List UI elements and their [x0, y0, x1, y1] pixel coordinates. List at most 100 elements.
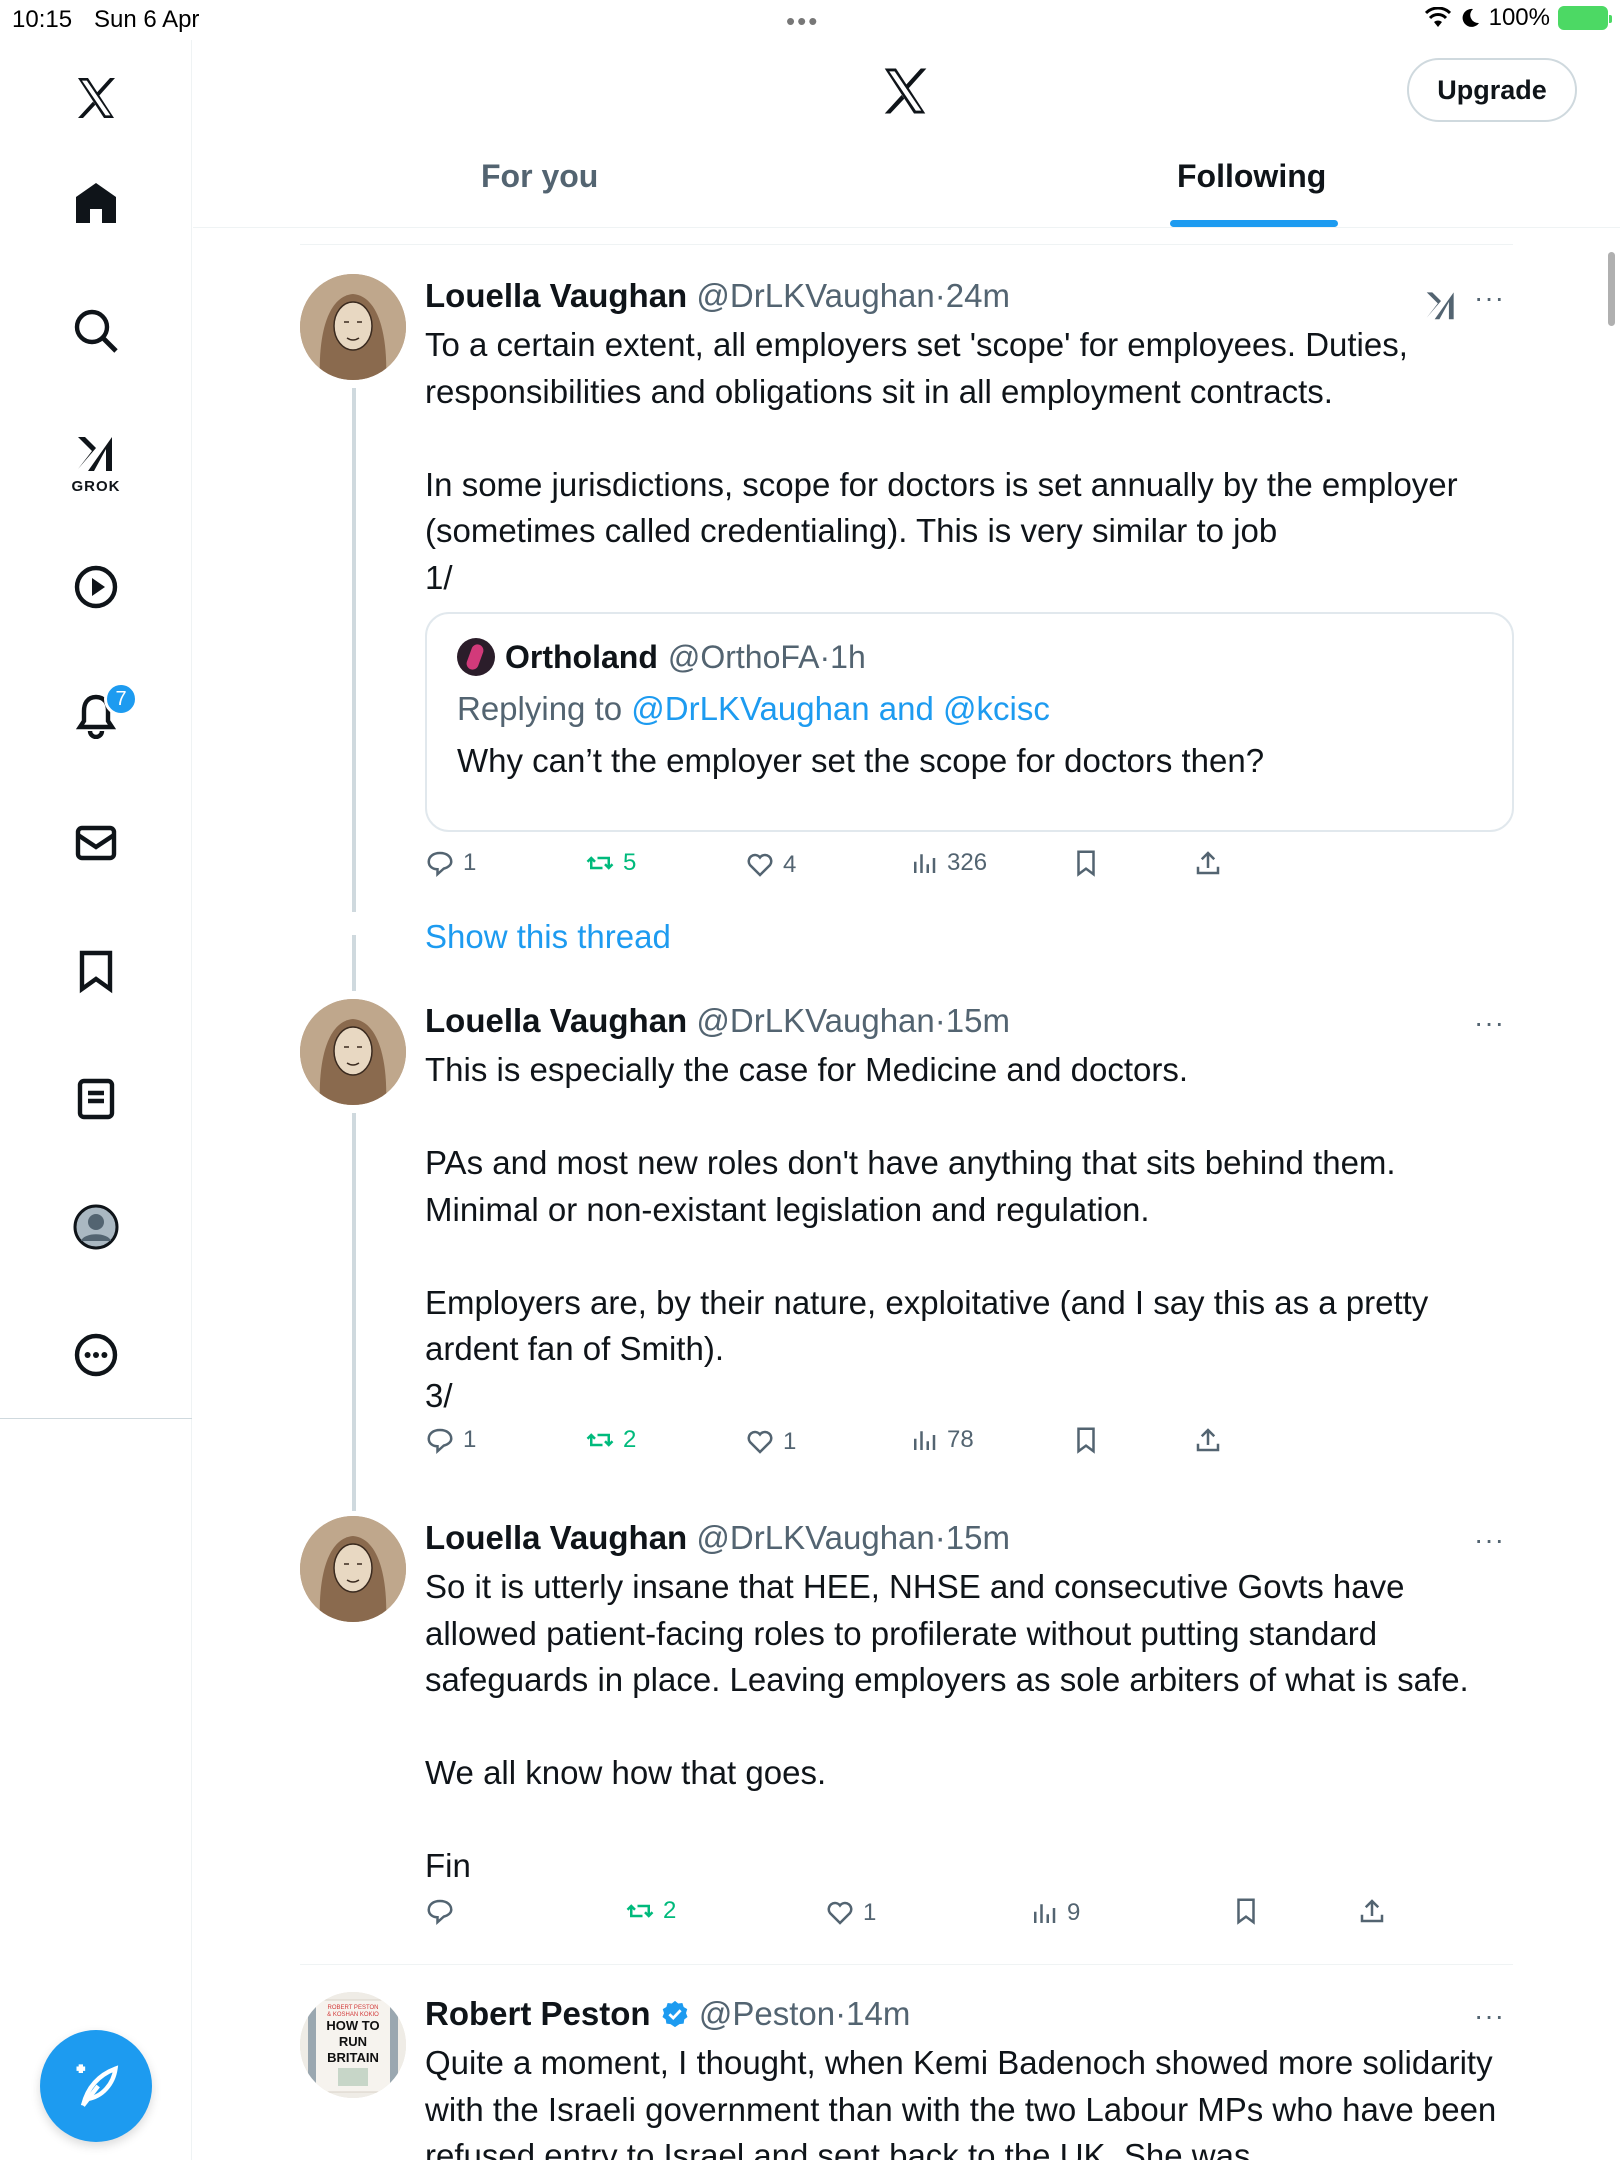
reply-button[interactable]: 1 [425, 1425, 476, 1455]
bookmark-icon [1077, 850, 1095, 877]
multitask-dots-icon[interactable]: ••• [786, 6, 819, 37]
compose-post-button[interactable] [40, 2030, 152, 2142]
avatar[interactable] [300, 1516, 406, 1622]
notifications-bell-icon[interactable] [48, 667, 144, 763]
thread-connector [352, 1113, 356, 1511]
views-button[interactable]: 78 [909, 1425, 974, 1455]
notification-badge: 7 [104, 682, 138, 716]
heart-icon [747, 853, 773, 877]
active-tab-indicator [1170, 220, 1338, 227]
status-time: 10:15 [12, 6, 73, 33]
tweet-body: Louella Vaughan @DrLKVaughan·24m To a ce… [425, 274, 1515, 601]
author-handle[interactable]: @DrLKVaughan [696, 277, 934, 314]
share-button[interactable] [1357, 1896, 1387, 1926]
grok-label: GROK [71, 478, 121, 495]
search-icon[interactable] [48, 283, 144, 379]
upgrade-button[interactable]: Upgrade [1407, 58, 1577, 122]
bookmark-button[interactable] [1071, 848, 1101, 878]
feed-top-divider [300, 244, 1513, 245]
status-date: Sun 6 Apr [94, 6, 200, 33]
svg-text:RUN: RUN [339, 2034, 367, 2049]
views-chart-icon [914, 1431, 936, 1450]
thread-connector [352, 388, 356, 912]
share-icon [1360, 1899, 1384, 1923]
meta-separator: · [835, 1995, 847, 2032]
retweet-button[interactable]: 2 [625, 1896, 676, 1926]
bookmark-icon [1077, 1427, 1095, 1454]
sidebar-divider [0, 1418, 192, 1419]
heart-icon [747, 1430, 773, 1454]
quote-header: Ortholand @OrthoFA·1h [457, 638, 1482, 676]
messages-envelope-icon[interactable] [48, 795, 144, 891]
retweet-button[interactable]: 2 [585, 1425, 636, 1455]
like-button[interactable]: 1 [825, 1898, 876, 1928]
heart-icon [827, 1901, 853, 1925]
grok-explain-icon[interactable] [1422, 286, 1460, 324]
more-options-icon[interactable]: ··· [1474, 1007, 1505, 1039]
more-options-icon[interactable]: ··· [1474, 282, 1505, 314]
author-name[interactable]: Robert Peston [425, 1995, 651, 2032]
avatar[interactable] [300, 274, 406, 380]
video-icon[interactable] [48, 539, 144, 635]
tab-following[interactable]: Following [1177, 158, 1326, 195]
bookmarks-icon[interactable] [48, 923, 144, 1019]
bookmark-button[interactable] [1231, 1896, 1261, 1926]
scrollbar[interactable] [1608, 252, 1615, 326]
tweet-time[interactable]: 15m [946, 1002, 1010, 1039]
views-button[interactable]: 326 [909, 848, 987, 878]
status-bar: 10:15 Sun 6 Apr ••• 100% [0, 0, 1620, 40]
verified-badge-icon [662, 2000, 688, 2028]
sidebar-nav: GROK 7 [0, 40, 192, 2160]
like-button[interactable]: 1 [745, 1427, 796, 1457]
author-name[interactable]: Louella Vaughan [425, 1002, 687, 1039]
home-icon[interactable] [48, 155, 144, 251]
more-options-icon[interactable]: ··· [1474, 2000, 1505, 2032]
retweet-icon [586, 856, 614, 870]
like-count: 4 [783, 851, 797, 878]
x-logo-icon[interactable] [48, 50, 144, 146]
svg-text:BRITAIN: BRITAIN [327, 2050, 379, 2065]
tweet-text: So it is utterly insane that HEE, NHSE a… [425, 1568, 1469, 1884]
share-button[interactable] [1193, 848, 1223, 878]
views-count: 326 [947, 849, 988, 876]
author-handle[interactable]: @DrLKVaughan [696, 1519, 934, 1556]
avatar[interactable] [300, 999, 406, 1105]
battery-icon [1558, 6, 1612, 30]
timeline-header: Upgrade For you Following [193, 40, 1620, 228]
author-name[interactable]: Louella Vaughan [425, 277, 687, 314]
tweet-header: Louella Vaughan @DrLKVaughan·15m [425, 999, 1515, 1043]
reply-button[interactable] [425, 1896, 463, 1926]
tab-for-you[interactable]: For you [481, 158, 598, 195]
views-button[interactable]: 9 [1029, 1898, 1080, 1928]
author-name[interactable]: Louella Vaughan [425, 1519, 687, 1556]
reply-count: 1 [463, 849, 477, 876]
tweet-body: Louella Vaughan @DrLKVaughan·15m This is… [425, 999, 1515, 1419]
lists-icon[interactable] [48, 1051, 144, 1147]
more-options-icon[interactable]: ··· [1474, 1524, 1505, 1556]
retweet-button[interactable]: 5 [585, 848, 636, 878]
views-count: 78 [947, 1426, 974, 1453]
quoted-tweet[interactable]: Ortholand @OrthoFA·1h Replying to @DrLKV… [425, 612, 1514, 832]
share-button[interactable] [1193, 1425, 1223, 1455]
retweet-count: 5 [623, 849, 637, 876]
avatar[interactable]: ROBERT PESTON & KOSHAN KOKIO HOW TO RUN … [300, 1992, 406, 2098]
tweet-time[interactable]: 15m [946, 1519, 1010, 1556]
tweet-text: This is especially the case for Medicine… [425, 1051, 1429, 1414]
author-handle[interactable]: @DrLKVaughan [696, 1002, 934, 1039]
reply-button[interactable]: 1 [425, 848, 476, 878]
like-count: 1 [783, 1428, 797, 1455]
author-handle[interactable]: @Peston [699, 1995, 835, 2032]
meta-separator: · [819, 638, 831, 675]
profile-avatar-icon[interactable] [48, 1179, 144, 1275]
meta-separator: · [934, 277, 946, 314]
show-thread-link[interactable]: Show this thread [425, 918, 671, 956]
tweet-body: Robert Peston @Peston·14m Quite a moment… [425, 1992, 1515, 2160]
replying-to-links[interactable]: @DrLKVaughan and @kcisc [631, 690, 1050, 727]
views-chart-icon [914, 854, 936, 873]
quote-text: Why can’t the employer set the scope for… [457, 742, 1265, 779]
tweet-time[interactable]: 24m [946, 277, 1010, 314]
more-options-icon[interactable] [48, 1307, 144, 1403]
bookmark-button[interactable] [1071, 1425, 1101, 1455]
like-button[interactable]: 4 [745, 850, 796, 880]
tweet-time[interactable]: 14m [846, 1995, 910, 2032]
